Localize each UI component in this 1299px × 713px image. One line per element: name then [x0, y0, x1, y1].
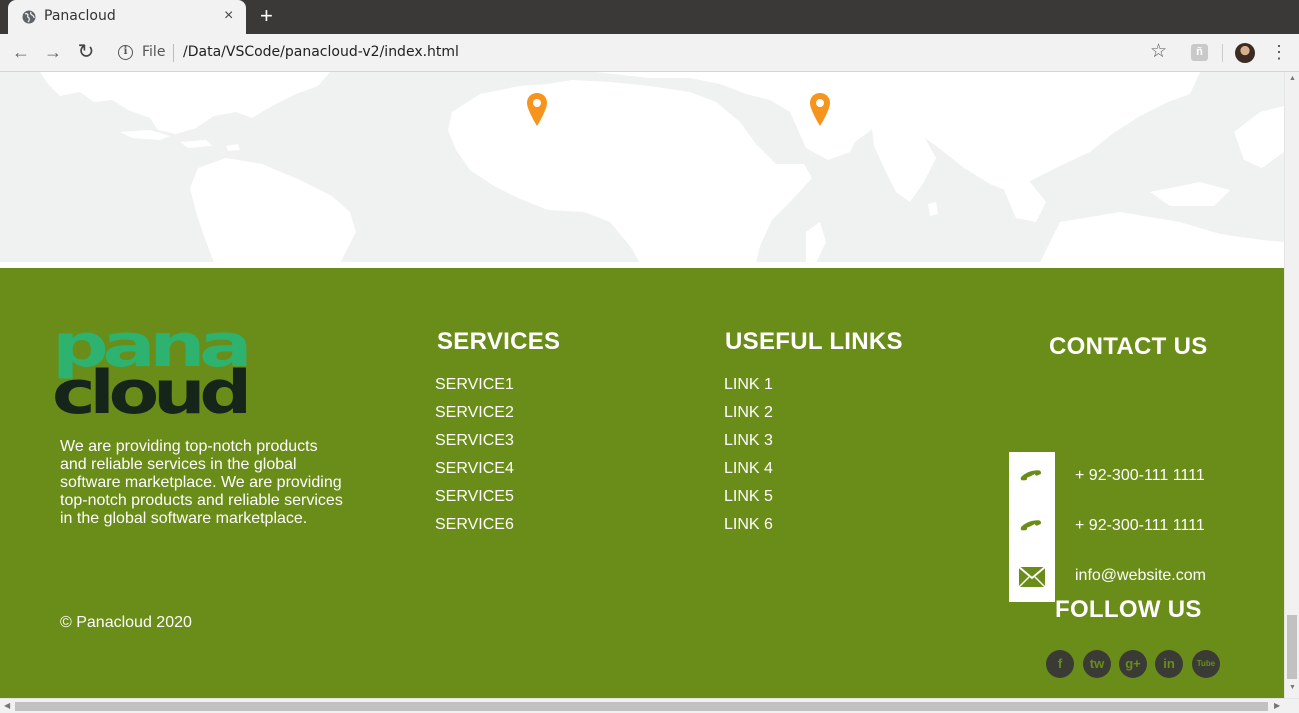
vertical-scrollbar[interactable]: ▲ ▼ — [1284, 72, 1299, 698]
contact-icon-box — [1009, 452, 1055, 502]
page-viewport: pana cloud We are providing top-notch pr… — [0, 72, 1284, 698]
useful-links-list: LINK 1 LINK 2 LINK 3 LINK 4 LINK 5 LINK … — [724, 375, 773, 543]
useful-link[interactable]: LINK 1 — [724, 375, 773, 403]
contact-heading: CONTACT US — [1049, 333, 1208, 360]
youtube-icon[interactable]: Tube — [1192, 650, 1220, 678]
contact-icon-box — [1009, 502, 1055, 552]
panacloud-logo[interactable]: pana cloud — [54, 320, 248, 416]
phone-number[interactable]: + 92-300-111 1111 — [1075, 517, 1205, 535]
twitter-icon[interactable]: tw — [1083, 650, 1111, 678]
useful-link[interactable]: LINK 2 — [724, 403, 773, 431]
browser-tab[interactable]: Panacloud × — [8, 0, 246, 34]
phone-number[interactable]: + 92-300-111 1111 — [1075, 467, 1205, 485]
follow-heading: FOLLOW US — [1055, 596, 1202, 623]
copyright-text: © Panacloud 2020 — [60, 614, 192, 631]
useful-link[interactable]: LINK 4 — [724, 459, 773, 487]
reload-button[interactable]: ↻ — [74, 40, 98, 64]
site-footer: pana cloud We are providing top-notch pr… — [0, 268, 1284, 698]
contact-icon-box — [1009, 552, 1055, 602]
useful-link[interactable]: LINK 3 — [724, 431, 773, 459]
service-link[interactable]: SERVICE2 — [435, 403, 514, 431]
service-link[interactable]: SERVICE6 — [435, 515, 514, 543]
world-map-svg — [40, 72, 1284, 263]
close-tab-icon[interactable]: × — [224, 8, 233, 24]
profile-avatar[interactable] — [1235, 43, 1255, 63]
phone-icon — [1020, 520, 1042, 531]
toolbar-divider — [1222, 44, 1223, 62]
email-address[interactable]: info@website.com — [1075, 567, 1206, 585]
phone-icon — [1020, 470, 1042, 481]
browser-menu-icon[interactable]: ⋮ — [1270, 41, 1288, 63]
address-bar[interactable]: /Data/VSCode/panacloud-v2/index.html — [183, 44, 459, 60]
tab-title: Panacloud — [44, 8, 116, 24]
forward-button[interactable]: → — [41, 40, 65, 64]
browser-tabstrip: Panacloud × + — [0, 0, 1299, 34]
site-info-icon[interactable]: i — [118, 45, 133, 60]
globe-icon — [22, 10, 36, 24]
scroll-left-arrow-icon[interactable]: ◀ — [4, 701, 10, 710]
bookmark-star-icon[interactable]: ☆ — [1150, 40, 1167, 63]
facebook-icon[interactable]: f — [1046, 650, 1074, 678]
contact-phone-row: + 92-300-111 1111 — [1009, 452, 1229, 502]
horizontal-scroll-thumb[interactable] — [15, 702, 1268, 711]
service-link[interactable]: SERVICE3 — [435, 431, 514, 459]
world-map — [0, 72, 1284, 263]
scroll-down-arrow-icon[interactable]: ▼ — [1289, 684, 1296, 691]
scroll-up-arrow-icon[interactable]: ▲ — [1289, 75, 1296, 82]
scroll-right-arrow-icon[interactable]: ▶ — [1274, 701, 1280, 710]
new-tab-button[interactable]: + — [260, 5, 273, 27]
contact-email-row: info@website.com — [1009, 552, 1229, 602]
service-link[interactable]: SERVICE4 — [435, 459, 514, 487]
service-link[interactable]: SERVICE5 — [435, 487, 514, 515]
horizontal-scrollbar[interactable]: ◀ ▶ — [0, 698, 1299, 713]
useful-link[interactable]: LINK 5 — [724, 487, 773, 515]
services-list: SERVICE1 SERVICE2 SERVICE3 SERVICE4 SERV… — [435, 375, 514, 543]
browser-toolbar: ← → ↻ i File /Data/VSCode/panacloud-v2/i… — [0, 34, 1299, 72]
useful-links-heading: USEFUL LINKS — [725, 328, 903, 355]
google-plus-icon[interactable]: g+ — [1119, 650, 1147, 678]
envelope-icon — [1018, 566, 1046, 588]
extension-icon[interactable]: ñ — [1191, 44, 1208, 61]
useful-link[interactable]: LINK 6 — [724, 515, 773, 543]
services-heading: SERVICES — [437, 328, 561, 355]
about-text: We are providing top-notch products and … — [60, 438, 343, 527]
linkedin-icon[interactable]: in — [1155, 650, 1183, 678]
back-button[interactable]: ← — [9, 40, 33, 64]
address-divider — [173, 44, 174, 62]
logo-text-bottom: cloud — [54, 358, 246, 416]
contact-phone-row: + 92-300-111 1111 — [1009, 502, 1229, 552]
file-label: File — [142, 44, 166, 60]
service-link[interactable]: SERVICE1 — [435, 375, 514, 403]
vertical-scroll-thumb[interactable] — [1287, 615, 1297, 679]
